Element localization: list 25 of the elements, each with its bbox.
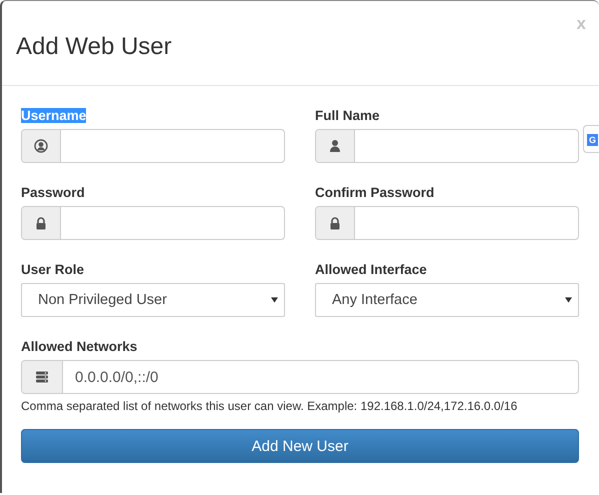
input-field[interactable]: 0.0.0.0/0,::/0 [21,360,579,394]
user-icon [328,139,342,153]
lock-icon [328,216,342,230]
lock-icon [34,216,48,230]
dialog-title: Add Web User [16,34,172,60]
add-user-button[interactable]: Add New User [21,429,579,463]
field-label: Confirm Password [315,185,434,200]
field-label: Password [21,185,85,200]
input-field[interactable] [315,129,579,163]
server-icon [35,370,49,384]
extension-badge[interactable]: G [587,134,598,146]
input-field[interactable] [315,206,579,240]
field-label: Username [21,108,86,123]
field-label: Full Name [315,108,380,123]
dropdown[interactable]: Any Interface [315,283,579,317]
input-field[interactable] [21,206,285,240]
caret-icon [271,297,278,303]
field-label: Allowed Interface [315,262,427,277]
field-label: User Role [21,262,84,277]
field-label: Allowed Networks [21,339,138,354]
input-field[interactable] [21,129,285,163]
help-text: Comma separated list of networks this user can view. Example: 192.168.1.0/24,172.16.0.0/16 [21,399,518,413]
user-circle-icon [34,139,48,153]
dropdown[interactable]: Non Privileged User [21,283,285,317]
caret-icon [565,297,572,303]
